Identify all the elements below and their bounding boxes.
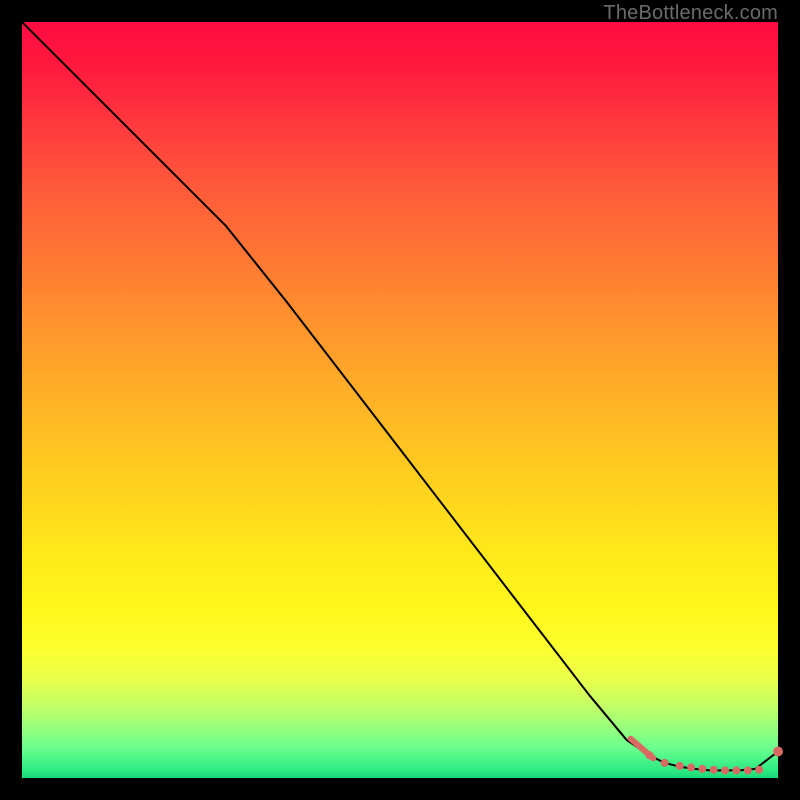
- chart-svg: [22, 22, 778, 778]
- marker-dot: [722, 767, 729, 774]
- marker-dot: [646, 752, 653, 759]
- marker-dot: [744, 767, 751, 774]
- plot-area: [22, 22, 778, 778]
- markers-group: [646, 747, 783, 774]
- series-line: [22, 22, 778, 770]
- marker-dot: [699, 765, 706, 772]
- marker-dot: [756, 766, 763, 773]
- marker-dot: [774, 747, 783, 756]
- chart-frame: TheBottleneck.com: [0, 0, 800, 800]
- marker-dot: [676, 762, 683, 769]
- marker-dot: [710, 766, 717, 773]
- marker-dot: [733, 767, 740, 774]
- marker-dot: [688, 764, 695, 771]
- watermark-text: TheBottleneck.com: [603, 2, 778, 25]
- marker-dot: [661, 759, 668, 766]
